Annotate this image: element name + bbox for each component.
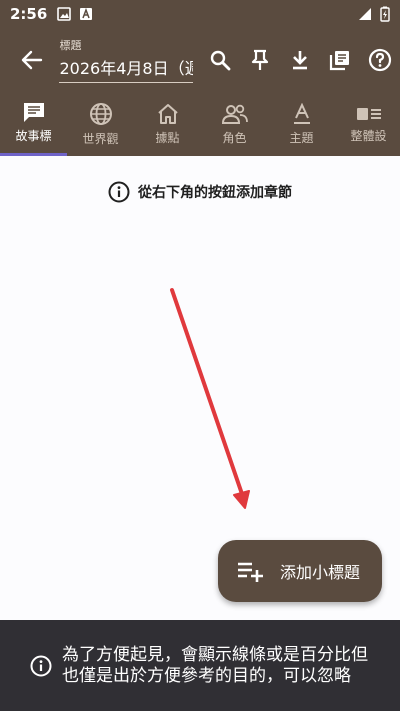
tab-bar: 故事標 世界觀 據點 角色 主題 整體設	[0, 92, 400, 156]
arrow-back-icon	[21, 50, 42, 70]
snackbar-message: 為了方便起見，會顯示線條或是百分比但也僅是出於方便參考的目的，可以忽略	[62, 644, 368, 686]
title-field-label: 標題	[59, 39, 82, 52]
list-icon	[356, 107, 381, 120]
chapter-list-area: 從右下角的按鈕添加章節 添加小標題	[0, 156, 400, 620]
text-format-icon	[293, 102, 310, 124]
app-bar: 標題	[0, 28, 400, 92]
help-icon	[368, 48, 392, 72]
home-icon	[157, 103, 178, 124]
download-button[interactable]	[280, 40, 320, 80]
pin-button[interactable]	[240, 40, 280, 80]
tab-locations[interactable]: 據點	[134, 92, 201, 156]
tab-characters[interactable]: 角色	[201, 92, 268, 156]
tab-world[interactable]: 世界觀	[67, 92, 134, 156]
chat-icon	[23, 103, 44, 122]
info-icon	[30, 655, 52, 677]
pin-icon	[251, 49, 269, 70]
tab-story[interactable]: 故事標	[0, 92, 67, 156]
status-bar: 2:56	[0, 0, 400, 28]
help-button[interactable]	[360, 40, 400, 80]
tab-themes[interactable]: 主題	[268, 92, 335, 156]
status-time: 2:56	[10, 5, 48, 23]
library-button[interactable]	[320, 40, 360, 80]
back-button[interactable]	[8, 36, 55, 84]
image-icon	[57, 7, 72, 21]
tab-overall[interactable]: 整體設	[335, 92, 400, 156]
snackbar: 為了方便起見，會顯示線條或是百分比但也僅是出於方便參考的目的，可以忽略	[0, 620, 400, 711]
search-button[interactable]	[200, 40, 240, 80]
app-bar-actions	[200, 40, 400, 80]
status-notification-icons	[57, 7, 93, 21]
tab-label: 整體設	[350, 128, 387, 143]
add-subtitle-button[interactable]: 添加小標題	[218, 540, 382, 602]
signal-icon	[359, 8, 371, 20]
library-books-icon	[329, 51, 349, 71]
tab-label: 世界觀	[82, 131, 119, 146]
tab-label: 據點	[155, 130, 180, 145]
tab-label: 故事標	[15, 129, 52, 143]
add-subtitle-label: 添加小標題	[280, 563, 361, 582]
search-icon	[210, 50, 231, 71]
battery-charging-icon	[380, 6, 390, 22]
people-icon	[221, 104, 248, 124]
status-system-icons	[358, 6, 390, 22]
tab-label: 主題	[289, 130, 314, 145]
tab-label: 角色	[222, 130, 247, 145]
playlist-add-icon	[238, 562, 263, 582]
globe-icon	[89, 102, 112, 125]
text-a-icon	[80, 7, 93, 20]
title-field-wrap: 標題	[59, 37, 194, 83]
download-icon	[293, 51, 307, 70]
title-input[interactable]	[59, 55, 194, 83]
